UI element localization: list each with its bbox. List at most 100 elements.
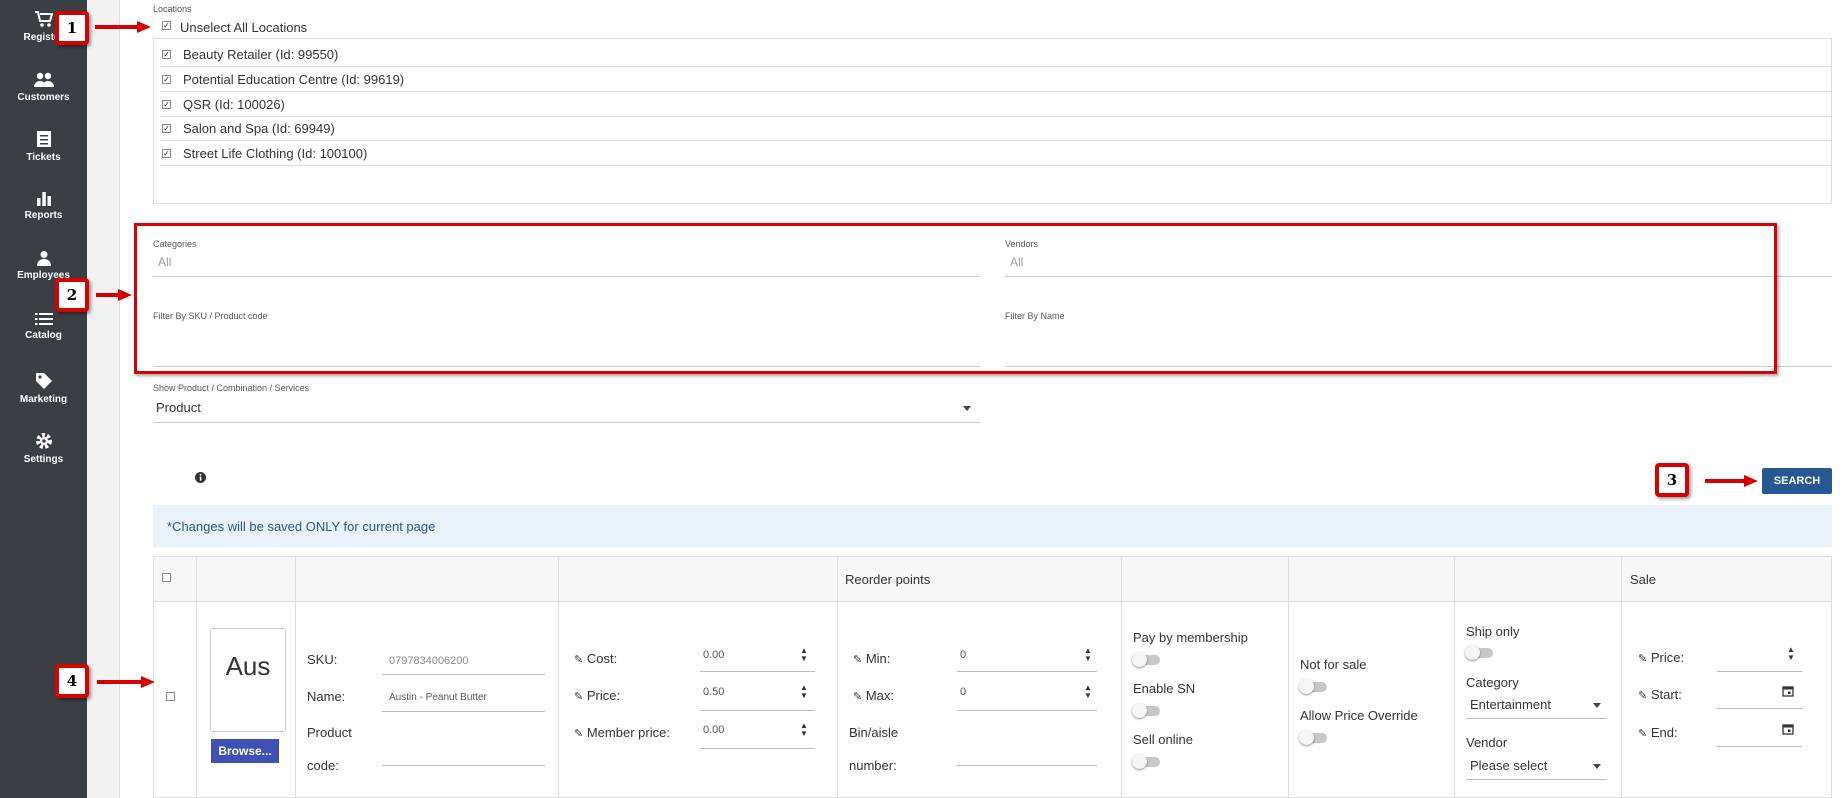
info-icon[interactable] — [195, 472, 206, 483]
location-checkbox[interactable]: ✓ — [162, 100, 171, 109]
locations-label: Locations — [153, 4, 192, 14]
callout-arrow-4 — [97, 676, 155, 688]
chevron-down-icon — [1593, 764, 1601, 769]
location-checkbox[interactable]: ✓ — [162, 124, 171, 133]
location-item[interactable]: ✓ Salon and Spa (Id: 69949) — [160, 117, 1832, 141]
max-underline — [957, 710, 1097, 711]
sidebar-item-label: Customers — [17, 92, 70, 103]
member-price-label-text: Member price: — [586, 725, 670, 740]
max-input[interactable]: 0 — [960, 686, 966, 698]
member-price-stepper[interactable]: ▲ ▼ — [800, 722, 808, 738]
sale-price-stepper[interactable]: ▲ ▼ — [1787, 646, 1795, 662]
sale-price-input[interactable] — [1717, 671, 1802, 672]
max-label-text: Max: — [865, 688, 895, 703]
price-stepper[interactable]: ▲ ▼ — [800, 684, 808, 700]
location-checkbox[interactable]: ✓ — [162, 75, 171, 84]
header-sale: Sale — [1630, 572, 1657, 587]
min-input[interactable]: 0 — [960, 649, 966, 661]
vendor-select[interactable]: Please select — [1470, 758, 1547, 773]
location-checkbox[interactable]: ✓ — [162, 149, 171, 158]
table-divider — [1454, 556, 1455, 798]
browse-button[interactable]: Browse... — [211, 739, 279, 763]
list-icon — [34, 313, 53, 325]
cost-label-text: Cost: — [586, 651, 618, 666]
callout-arrow-2 — [96, 289, 132, 301]
product-code-label-2: code: — [307, 758, 339, 773]
location-checkbox[interactable]: ✓ — [162, 50, 171, 59]
location-item[interactable]: ✓ QSR (Id: 100026) — [160, 93, 1832, 117]
category-select[interactable]: Entertainment — [1470, 697, 1551, 712]
sidebar-item-label: Reports — [24, 210, 63, 221]
pay-membership-label: Pay by membership — [1133, 630, 1248, 645]
table-divider — [558, 556, 559, 798]
cost-input[interactable]: 0.00 — [703, 649, 724, 661]
table-divider — [153, 601, 1832, 602]
enable-sn-toggle[interactable] — [1132, 703, 1160, 718]
highlight-box-filters — [134, 223, 1777, 374]
product-thumbnail: Aus — [210, 628, 286, 732]
ship-only-toggle[interactable] — [1465, 645, 1493, 660]
calendar-icon[interactable] — [1782, 685, 1794, 697]
pay-membership-toggle[interactable] — [1132, 652, 1160, 667]
select-all-rows-checkbox[interactable] — [162, 573, 171, 582]
cost-label: ✎ Cost: — [574, 651, 617, 666]
row-checkbox[interactable] — [166, 692, 175, 701]
table-divider — [295, 556, 296, 798]
cart-icon — [34, 11, 53, 27]
name-underline — [382, 711, 545, 712]
show-type-select[interactable]: Product — [156, 400, 201, 415]
name-input[interactable]: Austin - Peanut Butter — [389, 692, 487, 703]
max-stepper[interactable]: ▲ ▼ — [1084, 684, 1092, 700]
sidebar-item-catalog[interactable]: Catalog — [0, 312, 87, 341]
product-code-label: Product — [307, 725, 352, 740]
sku-value: 0797834006200 — [389, 655, 469, 667]
sidebar-item-reports[interactable]: Reports — [0, 190, 87, 221]
sidebar-item-label: Catalog — [25, 330, 62, 341]
allow-price-override-toggle[interactable] — [1299, 730, 1327, 745]
show-type-underline — [153, 422, 980, 423]
price-input[interactable]: 0.50 — [703, 686, 724, 698]
cost-stepper[interactable]: ▲ ▼ — [800, 647, 808, 663]
pencil-icon: ✎ — [853, 654, 863, 666]
location-name: Beauty Retailer (Id: 99550) — [183, 47, 339, 62]
bin-label-2: number: — [849, 758, 897, 773]
sidebar-item-label: Settings — [23, 454, 64, 465]
sale-end-input[interactable] — [1717, 746, 1802, 747]
sale-start-input[interactable] — [1717, 708, 1802, 709]
sell-online-label: Sell online — [1133, 732, 1193, 747]
location-item[interactable]: ✓ Potential Education Centre (Id: 99619) — [160, 68, 1832, 92]
callout-arrow-3 — [1705, 475, 1758, 487]
sidebar-item-employees[interactable]: Employees — [0, 250, 87, 281]
bin-label: Bin/aisle — [849, 725, 899, 740]
pencil-icon: ✎ — [1638, 728, 1648, 740]
unselect-all-label: Unselect All Locations — [180, 20, 308, 35]
pencil-icon: ✎ — [853, 691, 863, 703]
sell-online-toggle[interactable] — [1132, 754, 1160, 769]
pencil-icon: ✎ — [574, 691, 584, 703]
location-item[interactable]: ✓ Street Life Clothing (Id: 100100) — [160, 142, 1832, 166]
price-underline — [700, 710, 815, 711]
sidebar-item-customers[interactable]: Customers — [0, 72, 87, 103]
member-price-label: ✎ Member price: — [574, 725, 670, 740]
sidebar-item-tickets[interactable]: Tickets — [0, 130, 87, 163]
not-for-sale-toggle[interactable] — [1299, 679, 1327, 694]
sidebar-item-settings[interactable]: Settings — [0, 432, 87, 465]
product-table — [153, 556, 1832, 798]
bin-input[interactable] — [957, 765, 1097, 766]
location-item[interactable]: ✓ Beauty Retailer (Id: 99550) — [160, 43, 1832, 67]
table-divider — [1121, 556, 1122, 798]
member-price-input[interactable]: 0.00 — [703, 724, 724, 736]
location-name: Salon and Spa (Id: 69949) — [183, 121, 335, 136]
table-divider — [837, 556, 838, 798]
min-stepper[interactable]: ▲ ▼ — [1084, 647, 1092, 663]
unselect-all-checkbox[interactable]: ✓ — [162, 21, 171, 30]
search-button[interactable]: SEARCH — [1762, 468, 1832, 494]
product-code-input[interactable] — [382, 765, 545, 766]
min-underline — [957, 671, 1097, 672]
calendar-icon[interactable] — [1782, 723, 1794, 735]
receipt-icon — [36, 131, 51, 147]
pencil-icon: ✎ — [574, 654, 584, 666]
price-label-text: Price: — [586, 688, 621, 703]
callout-badge-4: 4 — [55, 664, 89, 698]
sidebar-item-marketing[interactable]: Marketing — [0, 372, 87, 405]
